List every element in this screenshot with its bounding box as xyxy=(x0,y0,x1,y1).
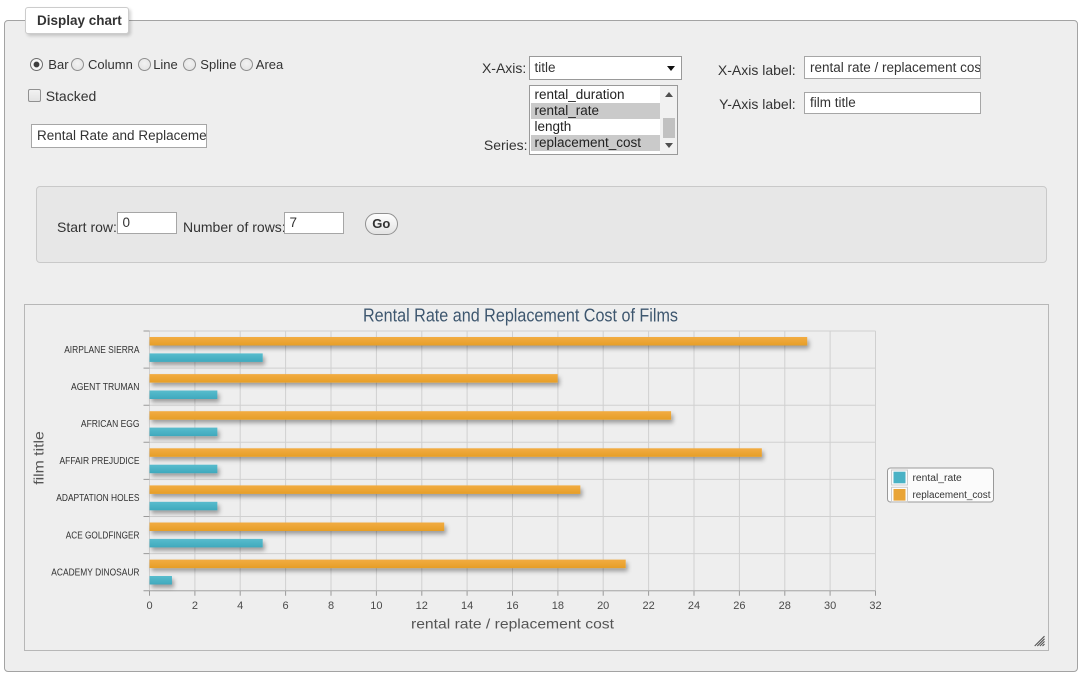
svg-text:30: 30 xyxy=(824,600,836,612)
svg-text:AGENT TRUMAN: AGENT TRUMAN xyxy=(71,382,140,393)
svg-text:ADAPTATION HOLES: ADAPTATION HOLES xyxy=(56,493,139,504)
svg-text:6: 6 xyxy=(283,600,289,612)
svg-text:0: 0 xyxy=(146,600,152,612)
svg-text:Rental Rate and Replacement Co: Rental Rate and Replacement Cost of Film… xyxy=(363,305,678,325)
svg-text:film title: film title xyxy=(31,431,47,485)
svg-text:2: 2 xyxy=(192,600,198,612)
svg-text:rental_rate: rental_rate xyxy=(913,473,963,484)
svg-text:ACADEMY DINOSAUR: ACADEMY DINOSAUR xyxy=(51,567,139,578)
svg-text:32: 32 xyxy=(869,600,881,612)
svg-text:12: 12 xyxy=(416,600,428,612)
svg-text:rental rate / replacement cost: rental rate / replacement cost xyxy=(411,616,614,632)
svg-text:22: 22 xyxy=(642,600,654,612)
svg-text:replacement_cost: replacement_cost xyxy=(913,490,991,501)
svg-text:24: 24 xyxy=(688,600,700,612)
svg-text:10: 10 xyxy=(370,600,382,612)
svg-text:14: 14 xyxy=(461,600,473,612)
svg-text:16: 16 xyxy=(506,600,518,612)
svg-text:20: 20 xyxy=(597,600,609,612)
svg-text:18: 18 xyxy=(552,600,564,612)
svg-text:AIRPLANE SIERRA: AIRPLANE SIERRA xyxy=(64,345,140,356)
svg-text:26: 26 xyxy=(733,600,745,612)
svg-text:8: 8 xyxy=(328,600,334,612)
svg-text:4: 4 xyxy=(237,600,243,612)
svg-text:28: 28 xyxy=(779,600,791,612)
svg-text:AFRICAN EGG: AFRICAN EGG xyxy=(81,419,140,430)
svg-text:ACE GOLDFINGER: ACE GOLDFINGER xyxy=(66,530,140,541)
svg-text:AFFAIR PREJUDICE: AFFAIR PREJUDICE xyxy=(60,456,140,467)
